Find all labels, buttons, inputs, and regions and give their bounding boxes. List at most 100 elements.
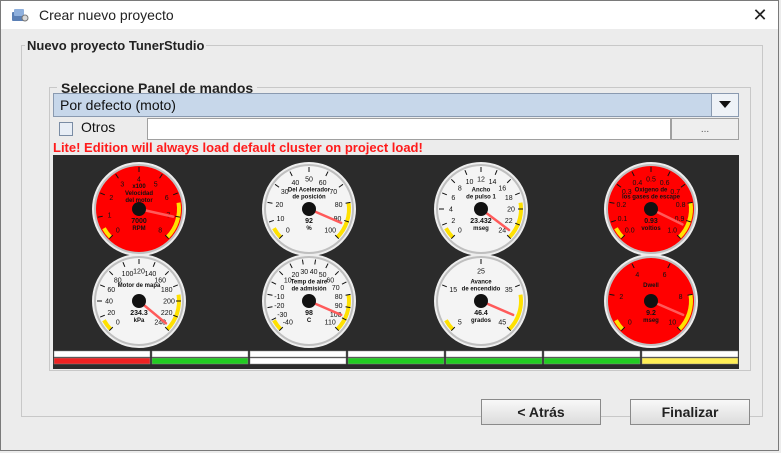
gauge-tick-label: 70 xyxy=(332,285,340,292)
gauge-tick-label: 220 xyxy=(161,310,173,317)
lite-warning-text: Lite! Edition will always load default c… xyxy=(53,140,423,155)
gauge-value: 92 xyxy=(305,218,313,225)
gauge-tick-label: 60 xyxy=(319,180,327,187)
close-icon: ✕ xyxy=(752,4,768,25)
gauge-tick-label: 0 xyxy=(116,320,120,327)
indicator-light xyxy=(543,357,641,365)
gauge-tick-label: 35 xyxy=(505,287,513,294)
gauge-tick-label: 2 xyxy=(451,218,455,225)
gauge-tick-label: 8 xyxy=(158,228,162,235)
gauge-unit: C xyxy=(307,318,312,324)
gauge-hub xyxy=(132,294,146,308)
gauge-tick-label: 2 xyxy=(619,294,623,301)
gauge-tick-label: 4 xyxy=(635,272,639,279)
gauge-tick-label: 40 xyxy=(105,299,113,306)
gauge-tick-label: -20 xyxy=(274,303,284,310)
gauge-tick-label: 4 xyxy=(449,207,453,214)
gauge-value: 9.2 xyxy=(646,310,656,317)
indicator-label xyxy=(641,350,739,358)
gauge-tick-label: 0.5 xyxy=(646,177,656,184)
gauge-unit: voltios xyxy=(641,226,661,232)
title-bar[interactable]: Crear nuevo proyecto ✕ xyxy=(1,1,778,29)
gauge-unit: mseg xyxy=(643,318,659,324)
indicator-label xyxy=(347,350,445,358)
dialog-window: Crear nuevo proyecto ✕ Nuevo proyecto Tu… xyxy=(0,0,779,451)
back-button[interactable]: < Atrás xyxy=(481,399,601,425)
gauge-tick-label: 6 xyxy=(663,272,667,279)
gauge-tick-label: 15 xyxy=(449,287,457,294)
gauge-tick-label: 20 xyxy=(507,207,515,214)
gauge-iat: -40-30-20-1001020 30 40 5060708090100110Tem… xyxy=(262,254,356,348)
gauge-unit: kPa xyxy=(134,318,145,324)
gauge-title: Avance xyxy=(470,280,492,286)
indicator-light xyxy=(347,357,445,365)
gauge-tick-label: 20 xyxy=(291,272,299,279)
indicator-light xyxy=(249,357,347,365)
gauge-tick-label: 100 xyxy=(324,228,336,235)
gauge-tick-label: 2 xyxy=(109,195,113,202)
close-button[interactable]: ✕ xyxy=(748,3,772,27)
gauge-unit: RPM xyxy=(132,226,145,232)
gauge-tick-label: -10 xyxy=(274,294,284,301)
gauge-dwell: 0 2 4 6 8 10 Dwell 9.2mseg xyxy=(604,254,698,348)
indicator-label xyxy=(543,350,641,358)
gauge-tick-label: 10 xyxy=(668,320,676,327)
gauge-tick-label: 25 xyxy=(477,269,485,276)
gauge-tick-label: 80 xyxy=(335,294,343,301)
finish-button[interactable]: Finalizar xyxy=(630,399,750,425)
gauge-title: Del Acelerador xyxy=(288,188,331,194)
gauge-value: 7000 xyxy=(131,218,147,225)
gauge-tick-label: 10 xyxy=(277,216,285,223)
gauge-title: Oxigeno de xyxy=(635,188,668,194)
gauge-rpm: 012345678x100Velocidaddel motor7000RPM xyxy=(92,162,186,256)
gauge-unit: % xyxy=(306,226,312,232)
dashboard-preview: 012345678x100Velocidaddel motor7000RPM01… xyxy=(53,155,739,369)
gauge-tick-label: 22 xyxy=(505,218,513,225)
gauge-tick-label: 10 xyxy=(466,179,474,186)
gauge-tick-label: 200 xyxy=(163,299,175,306)
gauge-tick-label: -40 xyxy=(283,320,293,327)
browse-button[interactable]: ... xyxy=(671,118,739,140)
gauge-value: 98 xyxy=(305,310,313,317)
gauge-adv: 5 15 25 35 45 Avancede encendido 46.4grados xyxy=(434,254,528,348)
indicator-light xyxy=(53,357,151,365)
gauge-tick-label: 0.6 xyxy=(660,180,670,187)
gauge-title: Velocidad xyxy=(125,191,153,197)
gauge-title: Temp de aire xyxy=(291,280,328,286)
indicator-label xyxy=(445,350,543,358)
dropdown-button[interactable] xyxy=(711,94,738,116)
gauge-tick-label: 20 xyxy=(275,202,283,209)
indicator-light xyxy=(151,357,249,365)
gauge-tick-label: 120 xyxy=(133,269,145,276)
gauge-tick-label: 1.0 xyxy=(667,228,677,235)
gauge-tick-label: 50 xyxy=(305,177,313,184)
gauge-tick-label: 30 xyxy=(300,269,308,276)
other-dashboard-path-field[interactable] xyxy=(147,118,671,140)
gauge-hub xyxy=(644,202,658,216)
gauge-tick-label: 4 xyxy=(137,177,141,184)
gauge-tick-label: 110 xyxy=(325,320,336,327)
gauge-hub xyxy=(474,202,488,216)
others-label[interactable]: Otros xyxy=(81,119,115,135)
indicator-light xyxy=(641,357,739,365)
gauge-tick-label: 24 xyxy=(498,228,506,235)
chevron-down-icon xyxy=(719,101,731,108)
dashboard-select[interactable]: Por defecto (moto) xyxy=(53,93,739,117)
gauge-value: 0.93 xyxy=(644,218,658,225)
gauge-title: los gases de escape xyxy=(622,195,681,201)
gauge-tick-label: 0 xyxy=(116,228,120,235)
app-icon xyxy=(12,9,29,22)
gauge-pulse: 0246810 12 141618202224Anchode pulso 123.4… xyxy=(434,162,528,256)
gauge-tick-label: 3 xyxy=(120,182,124,189)
gauge-tick-label: 0.0 xyxy=(625,228,635,235)
gauge-tick-label: 0.4 xyxy=(633,180,643,187)
gauge-tick-label: 16 xyxy=(498,185,506,192)
others-checkbox[interactable] xyxy=(59,122,73,136)
gauge-tick-label: 1 xyxy=(108,212,112,219)
indicator-label xyxy=(249,350,347,358)
project-group-title: Nuevo proyecto TunerStudio xyxy=(25,38,207,53)
dashboard-gauges: 012345678x100Velocidaddel motor7000RPM01… xyxy=(53,162,739,365)
gauge-hub xyxy=(302,294,316,308)
window-title: Crear nuevo proyecto xyxy=(39,7,174,23)
gauge-tick-label: 6 xyxy=(451,195,455,202)
